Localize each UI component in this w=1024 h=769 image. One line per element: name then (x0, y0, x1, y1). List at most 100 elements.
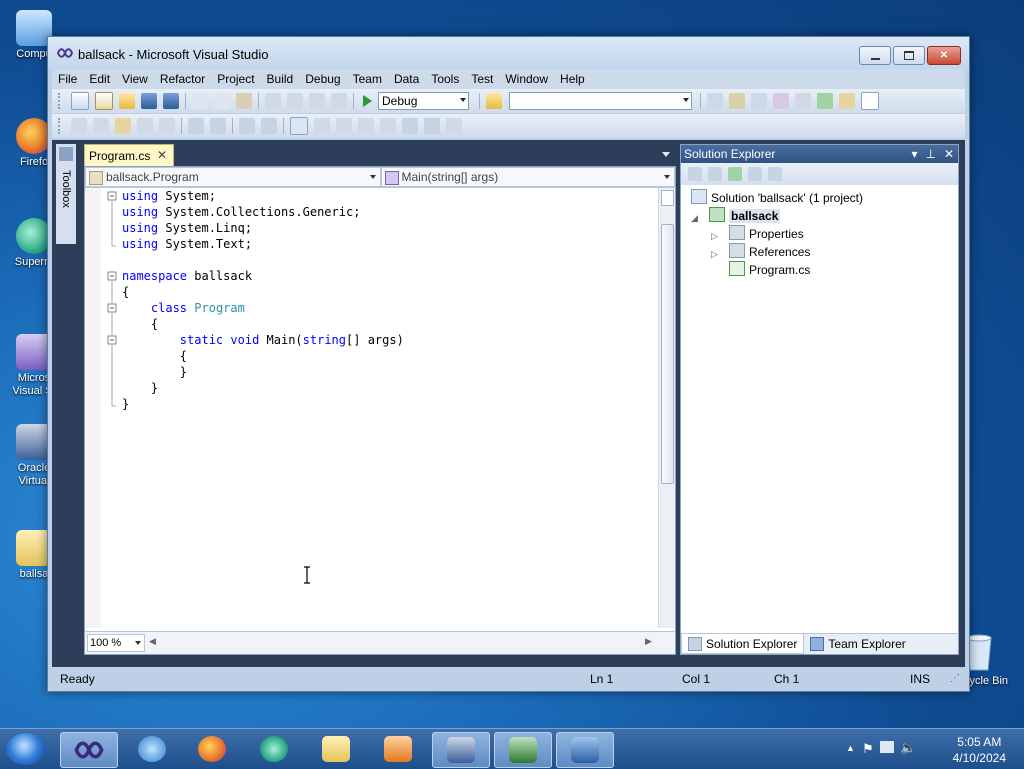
menu-test[interactable]: Test (465, 69, 499, 89)
split-window-icon[interactable] (661, 190, 674, 206)
tab-solution-explorer[interactable]: Solution Explorer (681, 634, 805, 654)
decrease-indent-icon[interactable] (188, 118, 204, 134)
collapse-arrow-icon[interactable]: ◢ (691, 213, 698, 224)
open-file-icon[interactable] (119, 93, 135, 109)
menu-tools[interactable]: Tools (425, 69, 465, 89)
minimize-button[interactable] (859, 46, 891, 65)
taskbar-file-explorer[interactable] (308, 732, 364, 766)
navigate-forward-icon[interactable] (331, 93, 347, 109)
add-item-icon[interactable] (95, 92, 113, 110)
tools-icon[interactable] (795, 93, 811, 109)
menu-project[interactable]: Project (211, 69, 260, 89)
taskbar-firefox[interactable] (184, 732, 240, 766)
increase-indent-icon[interactable] (210, 118, 226, 134)
command-window-icon[interactable] (861, 92, 879, 110)
expand-arrow-icon[interactable]: ▷ (711, 231, 718, 242)
taskbar-supermium[interactable] (246, 732, 302, 766)
maximize-button[interactable] (893, 46, 925, 65)
class-view-icon[interactable] (839, 93, 855, 109)
menu-debug[interactable]: Debug (299, 69, 346, 89)
menu-refactor[interactable]: Refactor (154, 69, 211, 89)
next-bookmark-folder-icon[interactable] (380, 118, 396, 134)
start-debugging-icon[interactable] (363, 95, 372, 107)
toggle-bookmark-icon[interactable] (290, 117, 308, 135)
members-dropdown[interactable]: Main(string[] args) (380, 167, 675, 187)
taskbar-internet-explorer[interactable] (124, 732, 180, 766)
menu-team[interactable]: Team (347, 69, 388, 89)
find-combo[interactable] (509, 92, 692, 110)
view-class-diagram-icon[interactable] (768, 167, 782, 181)
close-tab-icon[interactable]: ✕ (157, 148, 167, 162)
code-area[interactable]: using System; using System.Collections.Ge… (85, 188, 657, 628)
show-all-files-icon[interactable] (708, 167, 722, 181)
object-browser-icon[interactable] (751, 93, 767, 109)
scroll-left-icon[interactable]: ◀ (149, 636, 156, 647)
properties-icon[interactable] (688, 167, 702, 181)
previous-bookmark-document-icon[interactable] (402, 118, 418, 134)
menu-build[interactable]: Build (261, 69, 300, 89)
toolbar-grip[interactable] (58, 118, 64, 134)
options-icon[interactable] (159, 118, 175, 134)
properties-window-icon[interactable] (729, 93, 745, 109)
indicator-margin[interactable] (85, 188, 101, 628)
solution-configuration-select[interactable]: Debug (378, 92, 469, 110)
toolbar-grip[interactable] (58, 93, 64, 109)
expand-arrow-icon[interactable]: ▷ (711, 249, 718, 260)
clear-bookmarks-icon[interactable] (446, 118, 462, 134)
navigate-backward-icon[interactable] (309, 93, 325, 109)
uncomment-lines-icon[interactable] (261, 118, 277, 134)
outlining-margin[interactable] (107, 188, 117, 418)
tab-program-cs[interactable]: Program.cs ✕ (84, 144, 174, 167)
menu-edit[interactable]: Edit (83, 69, 116, 89)
cut-icon[interactable] (192, 93, 208, 109)
previous-bookmark-icon[interactable] (314, 118, 330, 134)
tree-solution[interactable]: Solution 'ballsack' (1 project) (691, 189, 863, 207)
types-dropdown[interactable]: ballsack.Program (85, 167, 381, 187)
undo-icon[interactable] (265, 93, 281, 109)
pin-icon[interactable]: ⊥ (925, 145, 935, 163)
zoom-select[interactable]: 100 % (87, 634, 145, 652)
taskbar-media-player[interactable] (370, 732, 426, 766)
next-bookmark-icon[interactable] (336, 118, 352, 134)
taskbar-task-manager[interactable] (494, 732, 552, 768)
volume-muted-icon[interactable]: 🔈 (900, 740, 916, 756)
word-completion-icon[interactable] (137, 118, 153, 134)
menu-window[interactable]: Window (499, 69, 554, 89)
menu-data[interactable]: Data (388, 69, 425, 89)
next-bookmark-document-icon[interactable] (424, 118, 440, 134)
solution-explorer-toolbar-icon[interactable] (707, 93, 723, 109)
refresh-icon[interactable] (728, 167, 742, 181)
copy-icon[interactable] (214, 93, 230, 109)
show-hidden-icons-icon[interactable]: ▲ (846, 743, 855, 753)
save-icon[interactable] (141, 93, 157, 109)
save-all-icon[interactable] (163, 93, 179, 109)
vertical-scrollbar[interactable] (658, 188, 675, 628)
action-center-flag-icon[interactable]: ⚑ (862, 741, 874, 757)
redo-icon[interactable] (287, 93, 303, 109)
close-button[interactable]: ✕ (927, 46, 961, 65)
display-object-member-list-icon[interactable] (71, 118, 87, 134)
menu-help[interactable]: Help (554, 69, 591, 89)
clock[interactable]: 5:05 AM 4/10/2024 (953, 734, 1006, 766)
view-code-icon[interactable] (748, 167, 762, 181)
paste-icon[interactable] (236, 93, 252, 109)
tab-team-explorer[interactable]: Team Explorer (804, 634, 911, 654)
tree-project[interactable]: ballsack (709, 207, 781, 225)
title-bar[interactable]: ballsack - Microsoft Visual Studio ✕ (48, 37, 969, 69)
previous-bookmark-folder-icon[interactable] (358, 118, 374, 134)
code-editor[interactable]: ballsack.Program Main(string[] args) usi… (84, 166, 676, 655)
scrollbar-thumb[interactable] (661, 224, 674, 484)
taskbar-windows-xp-mode[interactable] (556, 732, 614, 768)
close-icon[interactable]: ✕ (944, 145, 954, 163)
tree-references[interactable]: References (729, 243, 810, 261)
scroll-right-icon[interactable]: ▶ (645, 636, 652, 647)
window-position-icon[interactable]: ▾ (911, 145, 917, 163)
comment-lines-icon[interactable] (239, 118, 255, 134)
new-project-icon[interactable] (71, 92, 89, 110)
active-files-dropdown-icon[interactable] (662, 152, 670, 157)
menu-view[interactable]: View (116, 69, 154, 89)
taskbar-virtualbox[interactable] (432, 732, 490, 768)
find-in-files-icon[interactable] (486, 93, 502, 109)
toolbox-tab[interactable]: Toolbox (56, 144, 76, 244)
tree-program-cs[interactable]: Program.cs (729, 261, 810, 279)
